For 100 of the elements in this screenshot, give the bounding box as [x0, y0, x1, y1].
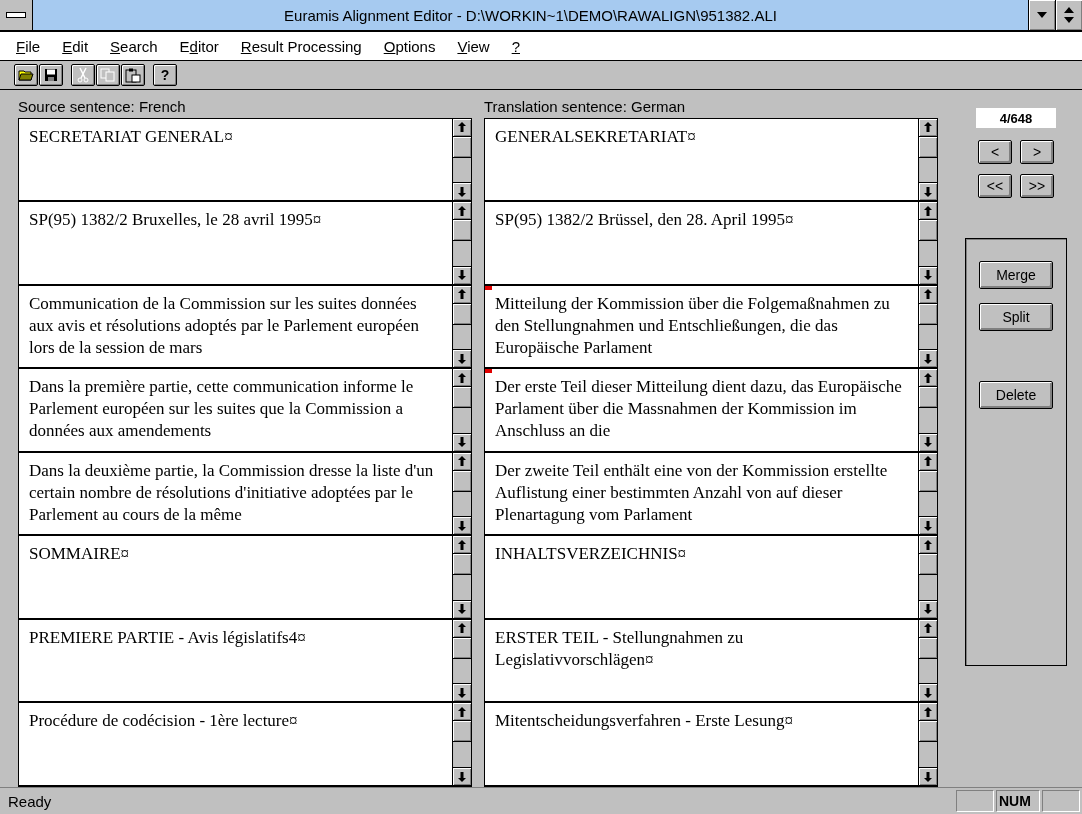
sentence-cell[interactable]: SP(95) 1382/2 Bruxelles, le 28 avril 1995¤: [18, 202, 472, 286]
scrollbar-thumb[interactable]: [453, 136, 471, 158]
action-button[interactable]: Merge: [979, 261, 1053, 289]
maximize-button[interactable]: [1055, 0, 1082, 30]
scrollbar[interactable]: [918, 285, 937, 368]
sentence-text: SP(95) 1382/2 Bruxelles, le 28 avril 1995¤: [28, 209, 323, 232]
sentence-text: Der zweite Teil enthält eine von der Kommission erstellte Auflistung einer bestimmten Anzahl von auf dieser Plenartagung vom Parlament: [494, 459, 889, 526]
sentence-text: Communication de la Commission sur les suites données aux avis et résolutions adoptés par le Parlement européen lors de la session de mars: [28, 292, 420, 359]
up-arrow-icon: [458, 707, 466, 717]
scrollbar[interactable]: [918, 118, 937, 201]
scrollbar[interactable]: [452, 118, 471, 201]
scrollbar-thumb[interactable]: [919, 470, 937, 492]
up-arrow-icon: [458, 122, 466, 133]
scrollbar[interactable]: [918, 536, 937, 618]
scrollbar-thumb[interactable]: [919, 721, 937, 743]
scrollbar[interactable]: [918, 369, 937, 451]
up-arrow-icon: [924, 205, 932, 216]
action-button[interactable]: Delete: [979, 381, 1053, 409]
scrollbar-thumb[interactable]: [453, 387, 471, 409]
scissors-icon: [76, 67, 90, 83]
up-arrow-icon: [924, 623, 932, 634]
scrollbar[interactable]: [452, 202, 471, 284]
sentence-cell[interactable]: Mitteilung der Kommission über die Folgemaßnahmen zu den Stellungnahmen und Entschließungen, die das Europäische Parlament: [484, 285, 938, 370]
segment-counter: 4/648: [976, 108, 1056, 128]
scrollbar-thumb[interactable]: [919, 136, 937, 158]
sentence-cell[interactable]: SOMMAIRE¤: [18, 536, 472, 620]
up-arrow-icon: [924, 122, 932, 133]
scrollbar[interactable]: [918, 703, 937, 785]
menu-item[interactable]: File: [16, 37, 41, 55]
sentence-cell[interactable]: Procédure de codécision - 1ère lecture¤: [18, 703, 472, 787]
sentence-cell[interactable]: Der erste Teil dieser Mitteilung dient dazu, das Europäische Parlament über die Massnahmen der Kommission im Anschluss an die: [484, 369, 938, 453]
scrollbar[interactable]: [452, 703, 471, 785]
menu-item[interactable]: ?: [511, 37, 520, 55]
sentence-cell[interactable]: INHALTSVERZEICHNIS¤: [484, 536, 938, 620]
status-panel: [1042, 790, 1080, 812]
menu-item[interactable]: Edit: [62, 37, 89, 55]
column-label: Translation sentence: German: [484, 98, 687, 117]
scrollbar-thumb[interactable]: [453, 721, 471, 743]
clipboard-icon: [125, 67, 141, 83]
sentence-text: GENERALSEKRETARIAT¤: [494, 125, 697, 148]
sentence-cell[interactable]: SP(95) 1382/2 Brüssel, den 28. April 1995¤: [484, 202, 938, 286]
scrollbar[interactable]: [452, 285, 471, 368]
down-arrow-icon: [458, 520, 466, 531]
down-arrow-icon: [458, 186, 466, 197]
scrollbar[interactable]: [452, 369, 471, 451]
scrollbar-thumb[interactable]: [453, 303, 471, 325]
sentence-cell[interactable]: SECRETARIAT GENERAL¤: [18, 117, 472, 203]
sentence-cell[interactable]: PREMIERE PARTIE - Avis législatifs4¤: [18, 619, 472, 704]
nav-button[interactable]: >: [1020, 140, 1054, 164]
scrollbar-thumb[interactable]: [919, 637, 937, 659]
minimize-button[interactable]: [1028, 0, 1055, 30]
sentence-cell[interactable]: Communication de la Commission sur les suites données aux avis et résolutions adoptés par le Parlement européen lors de la session de mars: [18, 285, 472, 370]
scrollbar-thumb[interactable]: [919, 303, 937, 325]
down-arrow-icon: [458, 353, 466, 364]
nav-button[interactable]: <: [978, 140, 1012, 164]
menu-item[interactable]: Result Processing: [240, 37, 362, 55]
scrollbar-thumb[interactable]: [453, 637, 471, 659]
down-arrow-icon: [458, 688, 466, 698]
scrollbar[interactable]: [452, 536, 471, 618]
scrollbar-thumb[interactable]: [919, 220, 937, 242]
scrollbar-thumb[interactable]: [919, 387, 937, 409]
down-arrow-icon: [458, 437, 466, 448]
up-arrow-icon: [458, 205, 466, 216]
sentence-text: INHALTSVERZEICHNIS¤: [494, 543, 688, 566]
scrollbar-thumb[interactable]: [453, 470, 471, 492]
toolbar-button[interactable]: [121, 64, 145, 86]
menu-item[interactable]: Options: [383, 37, 436, 55]
sentence-cell[interactable]: Dans la deuxième partie, la Commission dresse la liste d'un certain nombre de résolutions d'initiative adoptées par le Parlement au cours de la même: [18, 452, 472, 537]
toolbar-button[interactable]: [39, 64, 63, 86]
nav-button[interactable]: >>: [1020, 174, 1054, 198]
sentence-cell[interactable]: Der zweite Teil enthält eine von der Kommission erstellte Auflistung einer bestimmten Anzahl von auf dieser Plenartagung vom Parlament: [484, 452, 938, 537]
action-button[interactable]: Split: [979, 303, 1053, 331]
toolbar-button[interactable]: ?: [153, 64, 177, 86]
nav-button[interactable]: <<: [978, 174, 1012, 198]
scrollbar-thumb[interactable]: [453, 220, 471, 242]
sentence-text: SP(95) 1382/2 Brüssel, den 28. April 1995¤: [494, 209, 795, 232]
sentence-cell[interactable]: Dans la première partie, cette communication informe le Parlement européen sur les suites que la Commission a données aux amendements: [18, 369, 472, 453]
sentence-cell[interactable]: ERSTER TEIL - Stellungnahmen zu Legislativvorschlägen¤: [484, 619, 938, 704]
down-triangle-icon: [1037, 12, 1047, 18]
scrollbar[interactable]: [918, 452, 937, 535]
menu-item[interactable]: View: [457, 37, 490, 55]
scrollbar[interactable]: [918, 202, 937, 284]
down-arrow-icon: [924, 604, 932, 615]
down-arrow-icon: [924, 437, 932, 448]
toolbar-button[interactable]: [14, 64, 38, 86]
scrollbar[interactable]: [452, 619, 471, 702]
copy-icon: [100, 68, 116, 82]
sentence-text: Dans la première partie, cette communication informe le Parlement européen sur les suites que la Commission a données aux amendements: [28, 376, 415, 443]
system-menu-button[interactable]: [0, 0, 33, 30]
scrollbar[interactable]: [918, 619, 937, 702]
sentence-cell[interactable]: GENERALSEKRETARIAT¤: [484, 117, 938, 203]
scrollbar-thumb[interactable]: [453, 554, 471, 576]
sentence-text: ERSTER TEIL - Stellungnahmen zu Legislativvorschlägen¤: [494, 626, 745, 671]
sentence-cell[interactable]: Mitentscheidungsverfahren - Erste Lesung¤: [484, 703, 938, 787]
scrollbar-thumb[interactable]: [919, 554, 937, 576]
up-arrow-icon: [924, 456, 932, 467]
scrollbar[interactable]: [452, 452, 471, 535]
menu-item[interactable]: Search: [110, 37, 158, 55]
menu-item[interactable]: Editor: [179, 37, 219, 55]
up-arrow-icon: [458, 372, 466, 383]
